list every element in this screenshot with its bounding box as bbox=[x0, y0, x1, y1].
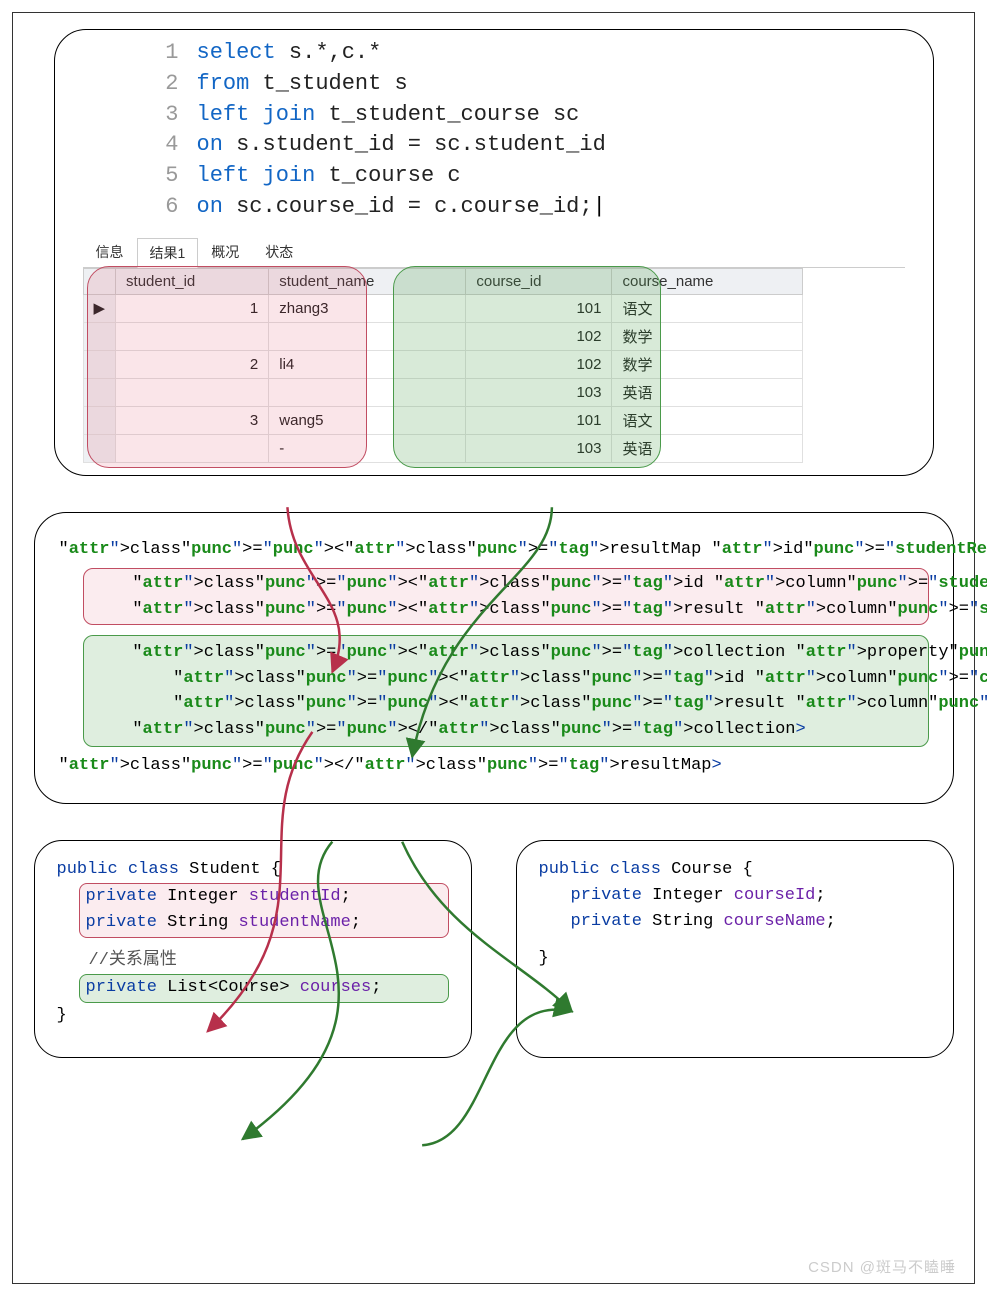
course-class-panel: public class Course { private Integer co… bbox=[516, 840, 954, 1058]
diagram-frame: 1select s.*,c.*2from t_student s3left jo… bbox=[12, 12, 975, 1284]
sql-code: 1select s.*,c.*2from t_student s3left jo… bbox=[153, 38, 905, 223]
result-tabs: 信息结果1概况状态 bbox=[83, 237, 905, 268]
class-panels: public class Student { private Integer s… bbox=[34, 840, 954, 1058]
overlay-course-cols bbox=[393, 266, 661, 468]
course-f1: private Integer courseId; bbox=[571, 883, 931, 909]
watermark: CSDN @斑马不瞌睡 bbox=[808, 1256, 956, 1277]
student-f3: private List<Course> courses; bbox=[86, 975, 442, 1001]
course-f2: private String courseName; bbox=[571, 909, 931, 935]
xml-id: "attr">class"punc">="punc"><"attr">class… bbox=[92, 571, 920, 597]
student-f2: private String studentName; bbox=[86, 910, 442, 936]
student-fields-pink: private Integer studentId; private Strin… bbox=[79, 883, 449, 938]
student-courses-green: private List<Course> courses; bbox=[79, 974, 449, 1002]
student-comment: //关系属性 bbox=[89, 948, 449, 974]
xml-close: "attr">class"punc">="punc"></"attr">clas… bbox=[59, 753, 929, 779]
xml-coll-id: "attr">class"punc">="punc"><"attr">class… bbox=[92, 666, 920, 692]
result-table-region: student_idstudent_namecourse_idcourse_na… bbox=[83, 268, 905, 463]
xml-student-box: "attr">class"punc">="punc"><"attr">class… bbox=[83, 568, 929, 625]
xml-coll-res: "attr">class"punc">="punc"><"attr">class… bbox=[92, 691, 920, 717]
xml-collection-box: "attr">class"punc">="punc"><"attr">class… bbox=[83, 635, 929, 747]
student-close: } bbox=[57, 1003, 449, 1029]
tab-结果1[interactable]: 结果1 bbox=[137, 238, 199, 268]
xml-coll-close: "attr">class"punc">="punc"></"attr">clas… bbox=[92, 717, 920, 743]
xml-open: "attr">class"punc">="punc"><"attr">class… bbox=[59, 537, 929, 563]
tab-概况[interactable]: 概况 bbox=[198, 237, 252, 267]
student-class-panel: public class Student { private Integer s… bbox=[34, 840, 472, 1058]
overlay-student-cols bbox=[87, 266, 367, 468]
sql-result-panel: 1select s.*,c.*2from t_student s3left jo… bbox=[54, 29, 934, 476]
tab-信息[interactable]: 信息 bbox=[83, 237, 137, 267]
resultmap-panel: "attr">class"punc">="punc"><"attr">class… bbox=[34, 512, 954, 804]
course-decl: public class Course { bbox=[539, 857, 931, 883]
xml-coll-open: "attr">class"punc">="punc"><"attr">class… bbox=[92, 640, 920, 666]
student-f1: private Integer studentId; bbox=[86, 884, 442, 910]
tab-状态[interactable]: 状态 bbox=[252, 237, 306, 267]
student-decl: public class Student { bbox=[57, 857, 449, 883]
xml-res: "attr">class"punc">="punc"><"attr">class… bbox=[92, 597, 920, 623]
course-close: } bbox=[539, 946, 931, 972]
